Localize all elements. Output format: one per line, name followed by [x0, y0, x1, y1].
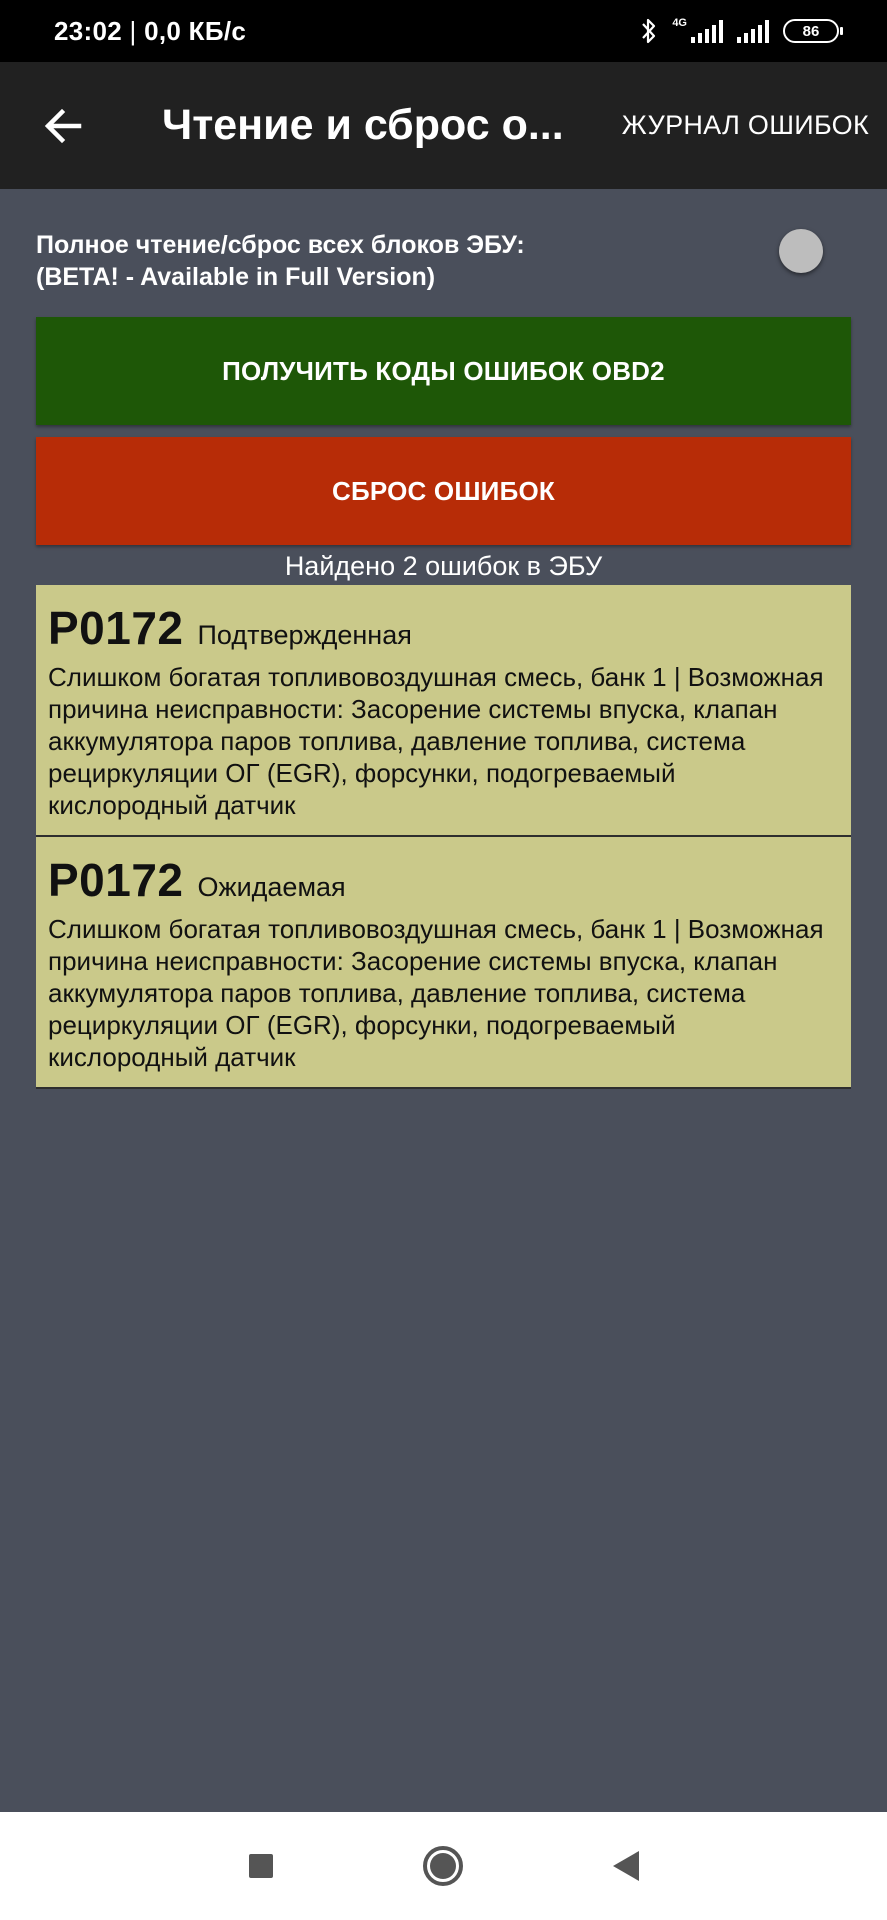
bluetooth-icon: [642, 18, 656, 44]
status-speed: 0,0 КБ/с: [144, 15, 247, 46]
battery-icon: 86: [783, 19, 843, 43]
error-status: Подтвержденная: [197, 620, 412, 650]
reset-errors-button[interactable]: СБРОС ОШИБОК: [36, 437, 851, 545]
error-card[interactable]: P0172 Подтвержденная Слишком богатая топ…: [36, 585, 851, 837]
get-obd2-codes-button[interactable]: ПОЛУЧИТЬ КОДЫ ОШИБОК OBD2: [36, 317, 851, 425]
system-nav-bar: [0, 1812, 887, 1920]
error-log-button[interactable]: ЖУРНАЛ ОШИБОК: [622, 110, 869, 141]
found-errors-count: Найдено 2 ошибок в ЭБУ: [284, 551, 603, 581]
signal-2-icon: [737, 19, 769, 43]
home-circle-icon[interactable]: [422, 1846, 463, 1886]
app-bar: Чтение и сброс о... ЖУРНАЛ ОШИБОК: [0, 62, 887, 189]
signal-1-icon: [691, 19, 723, 43]
error-status: Ожидаемая: [197, 872, 346, 902]
square-icon[interactable]: [248, 1854, 273, 1878]
status-icons: 4G 86: [640, 17, 843, 45]
page-title: Чтение и сброс о...: [162, 101, 564, 149]
full-read-row: Полное чтение/сброс всех блоков ЭБУ: (BE…: [36, 189, 851, 317]
error-list: P0172 Подтвержденная Слишком богатая топ…: [36, 585, 851, 1089]
arrow-back-icon: [44, 108, 82, 143]
back-button[interactable]: [28, 91, 98, 161]
status-time: 23:02: [54, 15, 122, 46]
error-code: P0172: [48, 602, 184, 654]
full-read-label: Полное чтение/сброс всех блоков ЭБУ: (BE…: [36, 229, 525, 293]
status-bar: 23:02 | 0,0 КБ/с 4G 86: [0, 0, 887, 62]
full-read-switch[interactable]: [763, 229, 833, 275]
status-time-speed: 23:02 | 0,0 КБ/с: [54, 16, 246, 47]
main-content: Полное чтение/сброс всех блоков ЭБУ: (BE…: [36, 189, 851, 1089]
full-read-line2: (BETA! - Available in Full Version): [36, 263, 436, 291]
switch-thumb: [779, 229, 823, 273]
error-header: P0172 Подтвержденная: [48, 601, 839, 655]
network-type: 4G: [672, 17, 687, 29]
error-header: P0172 Ожидаемая: [48, 853, 839, 907]
error-code: P0172: [48, 854, 184, 906]
error-description: Слишком богатая топливовоздушная смесь, …: [48, 662, 824, 820]
status-separator: |: [122, 15, 145, 46]
error-description: Слишком богатая топливовоздушная смесь, …: [48, 914, 824, 1072]
triangle-back-icon[interactable]: [612, 1851, 639, 1881]
error-card[interactable]: P0172 Ожидаемая Слишком богатая топливов…: [36, 837, 851, 1089]
battery-level: 86: [802, 22, 820, 40]
full-read-line1: Полное чтение/сброс всех блоков ЭБУ:: [36, 231, 525, 259]
